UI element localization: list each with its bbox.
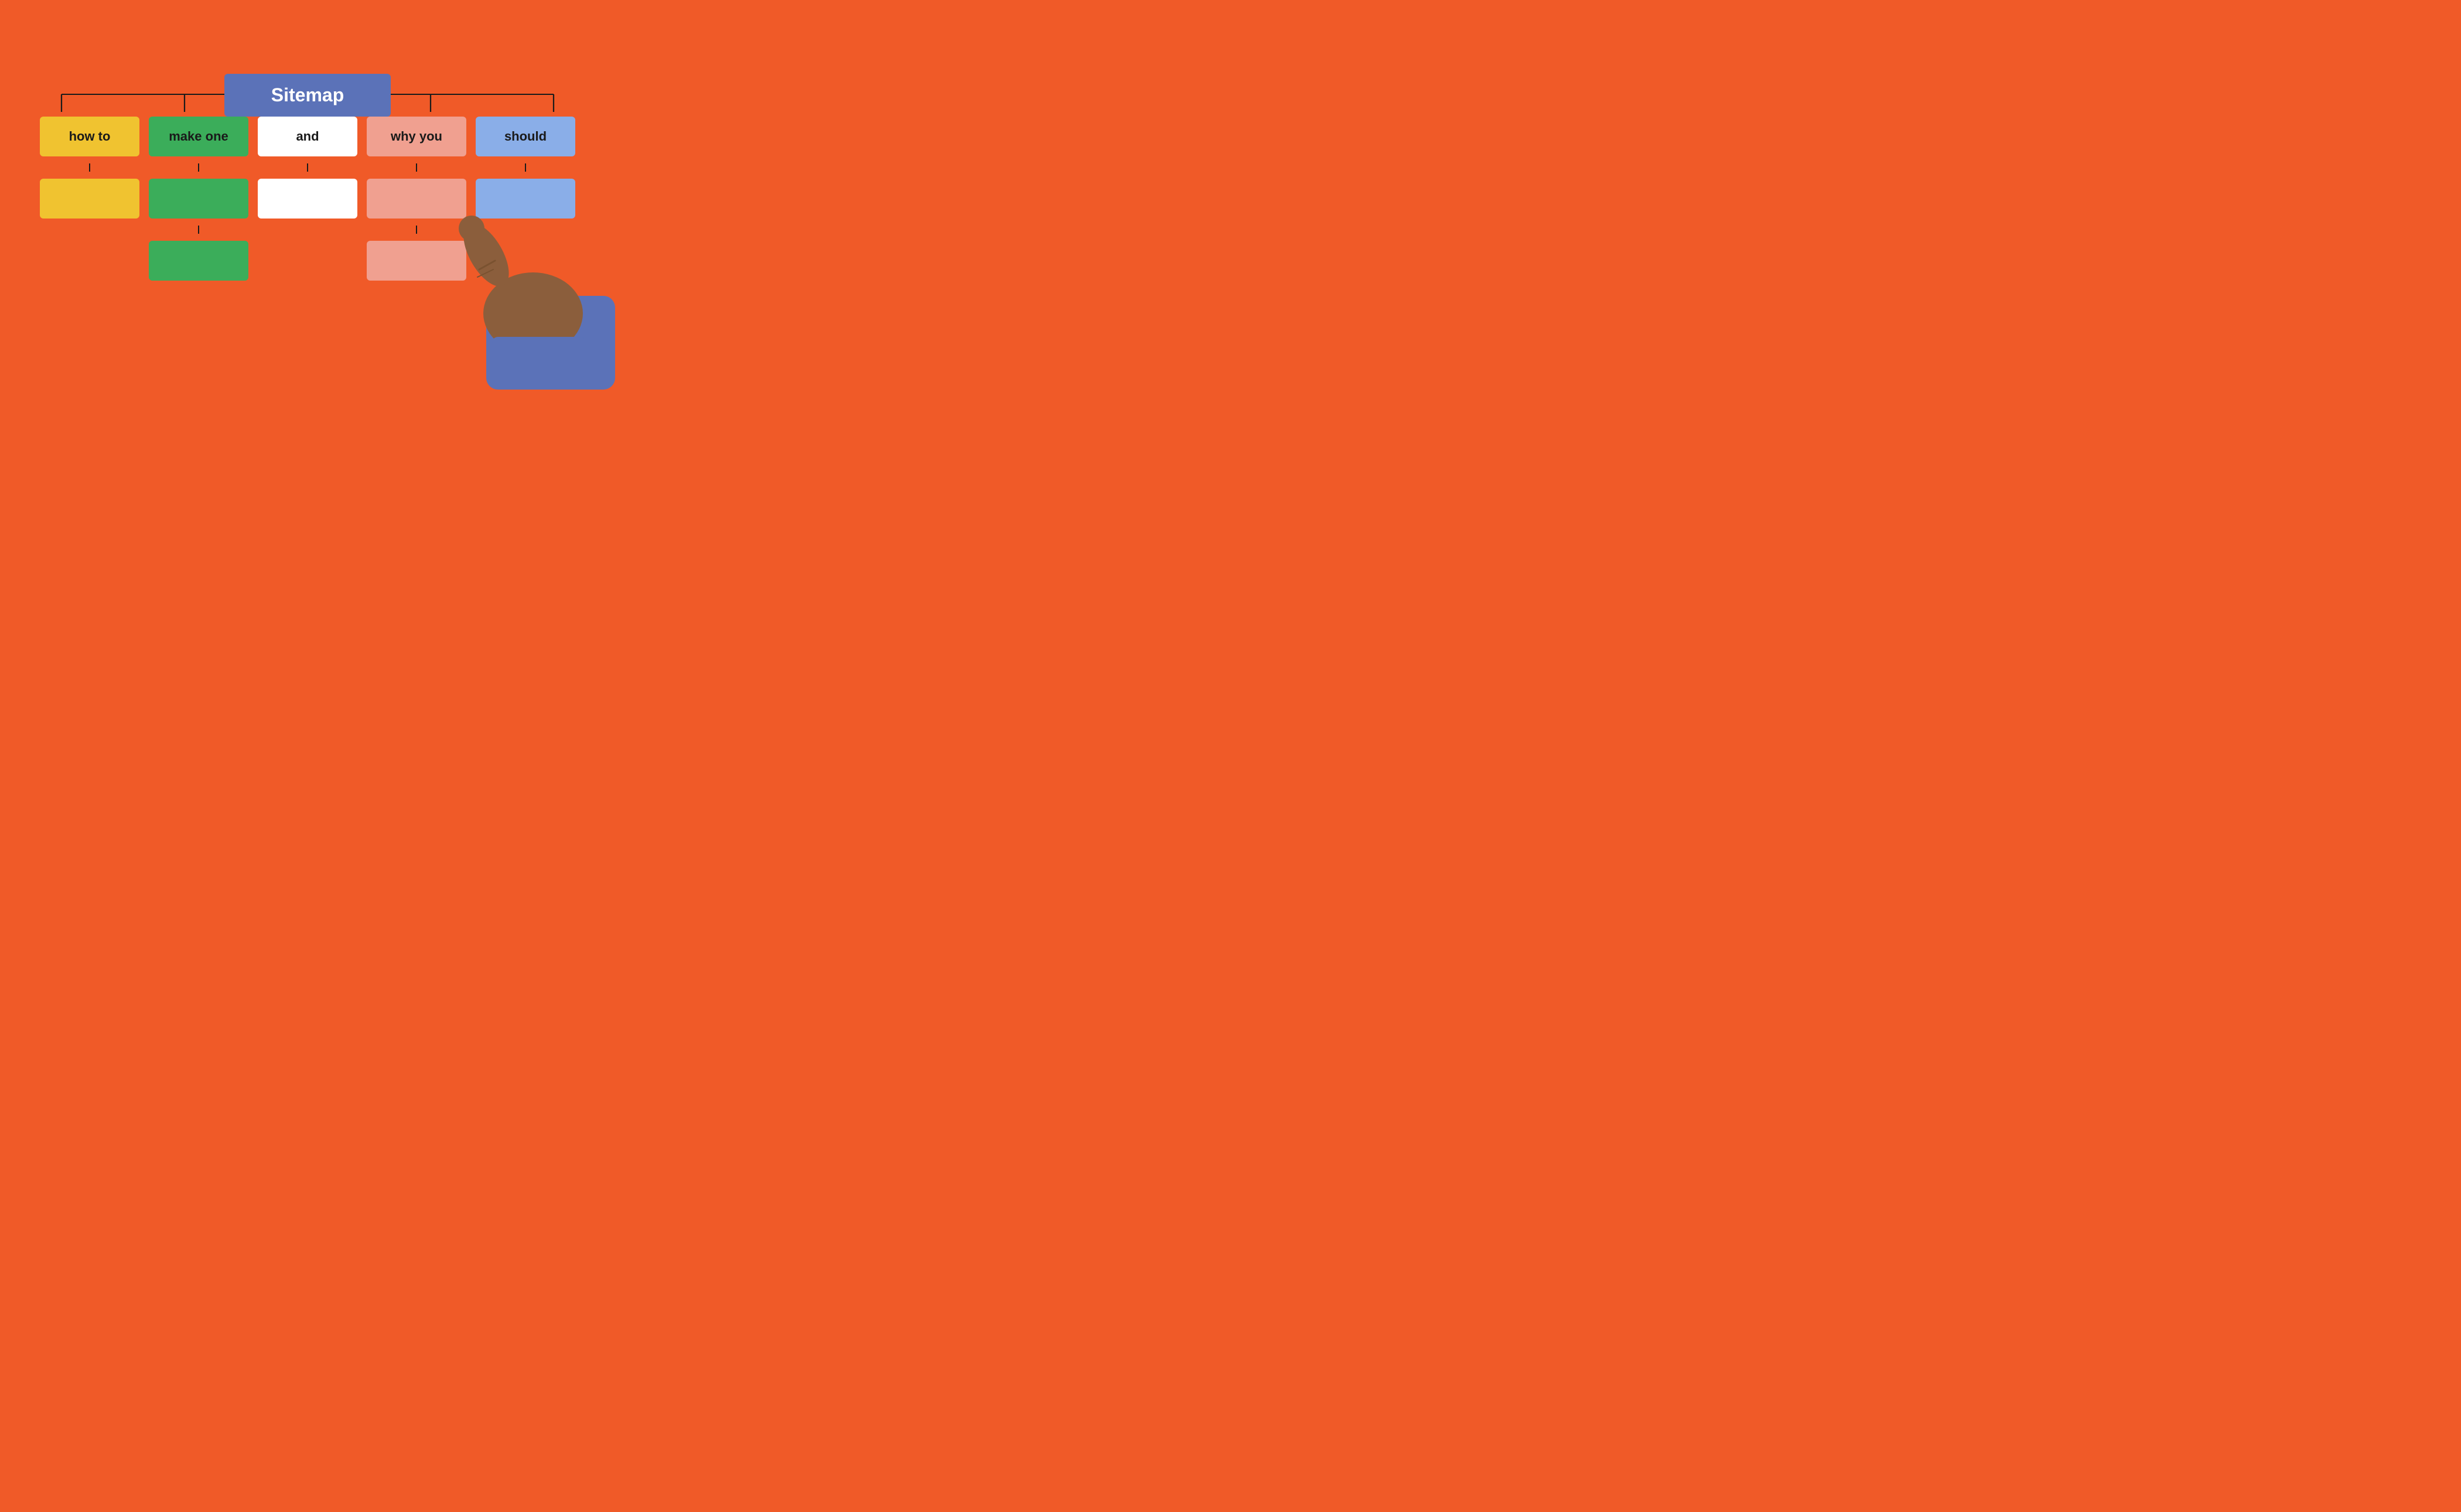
node-why-you: why you <box>367 117 466 156</box>
sub-line-7 <box>525 163 526 172</box>
node-how-to: how to <box>40 117 139 156</box>
node-make-one-label: make one <box>169 129 228 144</box>
sub-line-3 <box>198 226 199 234</box>
sub-line-4 <box>307 163 308 172</box>
col-how-to: how to <box>35 117 144 219</box>
node-make-one: make one <box>149 117 248 156</box>
root-node: Sitemap <box>224 74 391 117</box>
node-should: should <box>476 117 575 156</box>
node-should-label: should <box>504 129 547 144</box>
sub-node-and-1 <box>258 179 357 219</box>
sub-node-make-one-2 <box>149 241 248 281</box>
sub-line-5 <box>416 163 417 172</box>
node-how-to-label: how to <box>69 129 111 144</box>
pointing-hand <box>439 179 615 378</box>
sub-line-2 <box>198 163 199 172</box>
sub-node-make-one-1 <box>149 179 248 219</box>
sub-node-how-to-1 <box>40 179 139 219</box>
sub-line-6 <box>416 226 417 234</box>
col-and: and <box>253 117 362 219</box>
col-make-one: make one <box>144 117 253 281</box>
node-why-you-label: why you <box>391 129 442 144</box>
node-and-label: and <box>296 129 319 144</box>
node-and: and <box>258 117 357 156</box>
root-label: Sitemap <box>271 84 344 105</box>
sub-line-1 <box>89 163 90 172</box>
